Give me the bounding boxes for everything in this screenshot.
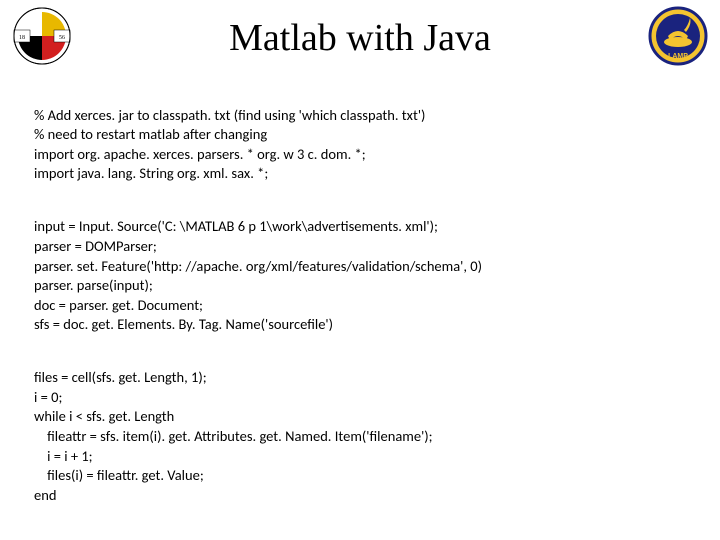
code-block-1: % Add xerces. jar to classpath. txt (fin…	[34, 106, 680, 184]
code-block-3: files = cell(sfs. get. Length, 1); i = 0…	[34, 368, 680, 505]
code-block-2: input = Input. Source('C: \MATLAB 6 p 1\…	[34, 217, 680, 334]
code-content: % Add xerces. jar to classpath. txt (fin…	[34, 86, 680, 525]
slide-title: Matlab with Java	[0, 16, 720, 60]
